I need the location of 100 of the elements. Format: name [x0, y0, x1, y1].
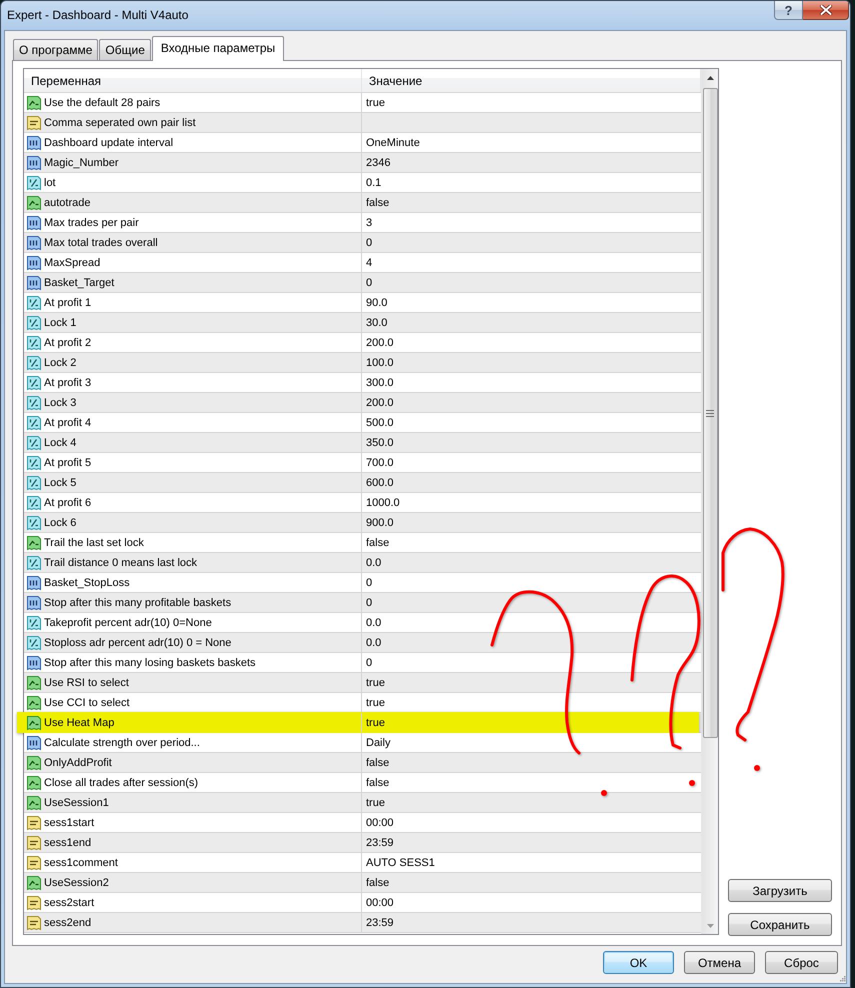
- side-button[interactable]: Сохранить: [728, 913, 832, 936]
- column-header[interactable]: Переменная: [31, 74, 101, 88]
- parameter-value: 900.0: [366, 516, 394, 528]
- toggle-type-icon: [26, 194, 42, 210]
- parameter-name: sess1start: [44, 816, 94, 828]
- parameter-value: 0: [366, 596, 372, 608]
- parameter-name: Use Heat Map: [44, 716, 114, 728]
- parameter-value: true: [366, 716, 385, 728]
- decimal-type-icon: [26, 174, 42, 190]
- parameter-value: true: [366, 696, 385, 708]
- parameter-name: lot: [44, 176, 56, 188]
- parameter-value: 30.0: [366, 316, 388, 328]
- parameter-name: Stop after this many profitable baskets: [44, 596, 232, 608]
- decimal-type-icon: [26, 414, 42, 430]
- text-type-icon: [26, 114, 42, 130]
- parameter-name: Lock 3: [44, 396, 76, 408]
- decimal-type-icon: [26, 374, 42, 390]
- parameter-name: Lock 2: [44, 356, 76, 368]
- caret-down-icon: [706, 924, 714, 928]
- parameter-value: 0.0: [366, 556, 382, 568]
- parameter-name: Magic_Number: [44, 156, 119, 168]
- tab[interactable]: Общие: [99, 39, 151, 60]
- parameter-name: Stop after this many losing baskets baskets: [44, 656, 256, 668]
- toggle-type-icon: [26, 714, 42, 730]
- decimal-type-icon: [26, 334, 42, 350]
- close-button[interactable]: [803, 1, 849, 20]
- parameter-value: 200.0: [366, 336, 394, 348]
- toggle-type-icon: [26, 94, 42, 110]
- parameter-value: 4: [366, 256, 372, 268]
- parameter-name: At profit 3: [44, 376, 92, 388]
- toggle-type-icon: [26, 774, 42, 790]
- parameter-name: OnlyAddProfit: [44, 756, 112, 768]
- parameter-value: true: [366, 796, 385, 808]
- dialog-button[interactable]: OK: [603, 951, 674, 974]
- parameter-value: 300.0: [366, 376, 394, 388]
- parameter-value: false: [366, 876, 390, 888]
- parameter-name: Max total trades overall: [44, 236, 158, 248]
- column-header[interactable]: Значение: [369, 74, 422, 88]
- dialog-button[interactable]: Сброс: [765, 951, 838, 974]
- parameter-name: autotrade: [44, 196, 90, 208]
- parameter-value: 0: [366, 576, 372, 588]
- dialog-button[interactable]: Отмена: [684, 951, 755, 974]
- parameter-value: 100.0: [366, 356, 394, 368]
- grip-icon: [706, 410, 714, 416]
- integer-type-icon: [26, 214, 42, 230]
- text-type-icon: [26, 834, 42, 850]
- decimal-type-icon: [26, 554, 42, 570]
- parameter-value: AUTO SESS1: [366, 856, 435, 868]
- parameter-value: 0: [366, 656, 372, 668]
- parameter-name: Use RSI to select: [44, 676, 129, 688]
- parameter-name: At profit 2: [44, 336, 92, 348]
- integer-type-icon: [26, 254, 42, 270]
- parameter-name: Takeprofit percent adr(10) 0=None: [44, 616, 212, 628]
- parameter-name: At profit 4: [44, 416, 92, 428]
- help-button[interactable]: ?: [774, 1, 803, 20]
- toggle-type-icon: [26, 874, 42, 890]
- parameter-value: 200.0: [366, 396, 394, 408]
- tab[interactable]: Входные параметры: [152, 36, 284, 61]
- parameter-value: 2346: [366, 156, 390, 168]
- scrollbar-track[interactable]: [701, 69, 718, 934]
- scrollbar-thumb[interactable]: [702, 88, 718, 738]
- integer-type-icon: [26, 574, 42, 590]
- parameter-value: false: [366, 536, 390, 548]
- parameter-value: 600.0: [366, 476, 394, 488]
- parameter-value: 00:00: [366, 896, 394, 908]
- toggle-type-icon: [26, 754, 42, 770]
- parameter-value: 3: [366, 216, 372, 228]
- parameter-name: Stoploss adr percent adr(10) 0 = None: [44, 636, 232, 648]
- parameter-name: sess1comment: [44, 856, 118, 868]
- parameter-value: 0: [366, 236, 372, 248]
- parameter-value: 350.0: [366, 436, 394, 448]
- toggle-type-icon: [26, 674, 42, 690]
- parameter-name: Basket_Target: [44, 276, 114, 288]
- toggle-type-icon: [26, 794, 42, 810]
- parameter-name: At profit 5: [44, 456, 92, 468]
- parameter-name: UseSession2: [44, 876, 109, 888]
- side-button[interactable]: Загрузить: [728, 879, 832, 902]
- parameter-name: sess2end: [44, 916, 92, 928]
- parameter-value: 0.1: [366, 176, 382, 188]
- decimal-type-icon: [26, 514, 42, 530]
- parameter-name: sess2start: [44, 896, 94, 908]
- parameter-value: 500.0: [366, 416, 394, 428]
- parameter-value: true: [366, 96, 385, 108]
- resize-grip-icon[interactable]: [839, 975, 846, 982]
- parameter-name: Use CCI to select: [44, 696, 130, 708]
- integer-type-icon: [26, 154, 42, 170]
- integer-type-icon: [26, 594, 42, 610]
- parameter-name: Use the default 28 pairs: [44, 96, 160, 108]
- parameter-name: Comma seperated own pair list: [44, 116, 196, 128]
- parameter-name: UseSession1: [44, 796, 109, 808]
- decimal-type-icon: [26, 434, 42, 450]
- tab[interactable]: О программе: [13, 39, 98, 60]
- parameter-name: Max trades per pair: [44, 216, 139, 228]
- parameter-name: Dashboard update interval: [44, 136, 174, 148]
- parameter-name: sess1end: [44, 836, 92, 848]
- parameter-name: MaxSpread: [44, 256, 100, 268]
- text-type-icon: [26, 914, 42, 930]
- integer-type-icon: [26, 234, 42, 250]
- parameter-value: 0: [366, 276, 372, 288]
- window-title: Expert - Dashboard - Multi V4auto: [7, 8, 188, 22]
